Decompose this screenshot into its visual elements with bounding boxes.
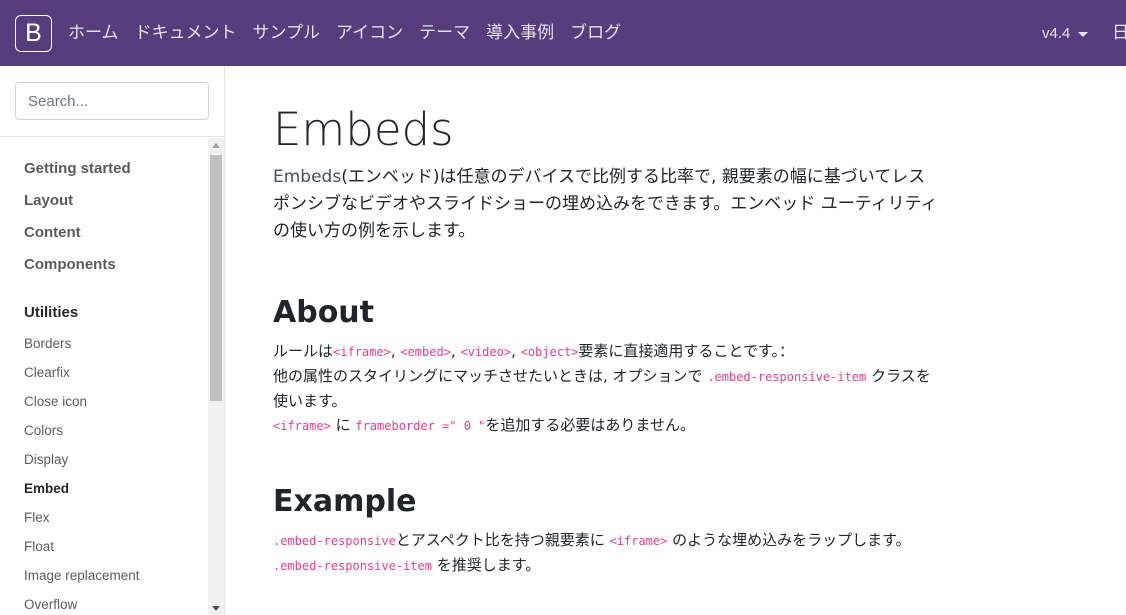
code-embed-responsive: .embed-responsive — [273, 534, 396, 548]
nav-link-expo[interactable]: 導入事例 — [486, 22, 554, 44]
code-iframe: <iframe> — [609, 534, 668, 548]
version-label: v4.4 — [1042, 25, 1071, 42]
lead-paragraph: Embeds(エンベッド)は任意のデバイスで比例する比率で, 親要素の幅に基づい… — [273, 164, 939, 245]
search-input[interactable] — [15, 82, 209, 120]
nav-link-language[interactable]: 日 — [1112, 22, 1126, 44]
scroll-down-arrow-icon[interactable] — [212, 606, 220, 611]
code-iframe: <iframe> — [273, 419, 331, 433]
code-embed-responsive-item: .embed-responsive-item — [707, 370, 867, 384]
nav-item-close-icon[interactable]: Close icon — [24, 394, 87, 409]
scroll-up-arrow-icon[interactable] — [212, 143, 220, 148]
code-object: <object> — [520, 345, 579, 359]
example-text: のような埋め込みをラップします。 — [667, 531, 911, 549]
code-video: <video> — [460, 345, 512, 359]
code-embed-responsive-item: .embed-responsive-item — [273, 559, 432, 573]
nav-item-float[interactable]: Float — [24, 539, 54, 554]
search-area — [0, 66, 224, 137]
sidebar-scrollbar[interactable] — [208, 138, 224, 615]
about-text: 要素に直接適用することです。： — [578, 342, 794, 360]
example-heading: Example — [273, 484, 417, 519]
nav-link-blog[interactable]: ブログ — [570, 22, 621, 44]
nav-item-embed[interactable]: Embed — [24, 481, 69, 496]
top-navbar: B ホーム ドキュメント サンプル アイコン テーマ 導入事例 ブログ v4.4… — [0, 0, 1126, 66]
code-embed: <embed> — [400, 345, 451, 359]
nav-item-overflow[interactable]: Overflow — [24, 597, 77, 612]
page-title: Embeds — [273, 103, 454, 156]
code-iframe: <iframe> — [333, 345, 391, 359]
code-frameborder: frameborder =" 0 " — [355, 419, 486, 433]
nav-link-docs[interactable]: ドキュメント — [135, 22, 237, 44]
nav-group-layout[interactable]: Layout — [24, 192, 73, 209]
about-text: 他の属性のスタイリングにマッチさせたいときは, オプションで — [273, 367, 708, 385]
nav-link-themes[interactable]: テーマ — [419, 22, 470, 44]
bootstrap-logo[interactable]: B — [15, 15, 52, 52]
nav-group-getting-started[interactable]: Getting started — [24, 160, 131, 177]
nav-item-clearfix[interactable]: Clearfix — [24, 365, 70, 380]
lead-term: Embeds — [273, 167, 342, 187]
nav-group-utilities[interactable]: Utilities — [24, 304, 78, 321]
nav-group-content[interactable]: Content — [24, 224, 81, 241]
docs-nav: Getting started Layout Content Component… — [0, 138, 208, 615]
version-dropdown[interactable]: v4.4 — [1042, 24, 1089, 44]
nav-item-image-replacement[interactable]: Image replacement — [24, 568, 140, 583]
scrollbar-thumb[interactable] — [210, 155, 222, 401]
example-paragraph: .embed-responsiveとアスペクト比を持つ親要素に <iframe>… — [273, 528, 939, 578]
nav-item-flex[interactable]: Flex — [24, 510, 50, 525]
lead-text: (エンベッド)は任意のデバイスで比例する比率で, 親要素の幅に基づいてレスポンシ… — [273, 167, 938, 241]
nav-link-home[interactable]: ホーム — [68, 22, 119, 44]
nav-link-examples[interactable]: サンプル — [253, 22, 321, 44]
about-text: ルールは — [273, 342, 334, 360]
about-paragraph: ルールは<iframe>, <embed>, <video>, <object>… — [273, 342, 931, 434]
docs-sidebar: Getting started Layout Content Component… — [0, 66, 225, 615]
nav-group-components[interactable]: Components — [24, 256, 116, 273]
about-text: に — [330, 416, 356, 434]
about-text: を追加する必要はありません。 — [485, 416, 695, 434]
nav-item-display[interactable]: Display — [24, 452, 68, 467]
about-heading: About — [273, 295, 375, 330]
nav-link-icons[interactable]: アイコン — [336, 22, 403, 44]
nav-item-colors[interactable]: Colors — [24, 423, 63, 438]
main-nav: ホーム ドキュメント サンプル アイコン テーマ 導入事例 ブログ — [68, 22, 637, 44]
nav-item-borders[interactable]: Borders — [24, 336, 71, 351]
example-text: を推奨します。 — [431, 556, 541, 574]
example-text: とアスペクト比を持つ親要素に — [395, 531, 610, 549]
caret-down-icon — [1078, 31, 1089, 37]
